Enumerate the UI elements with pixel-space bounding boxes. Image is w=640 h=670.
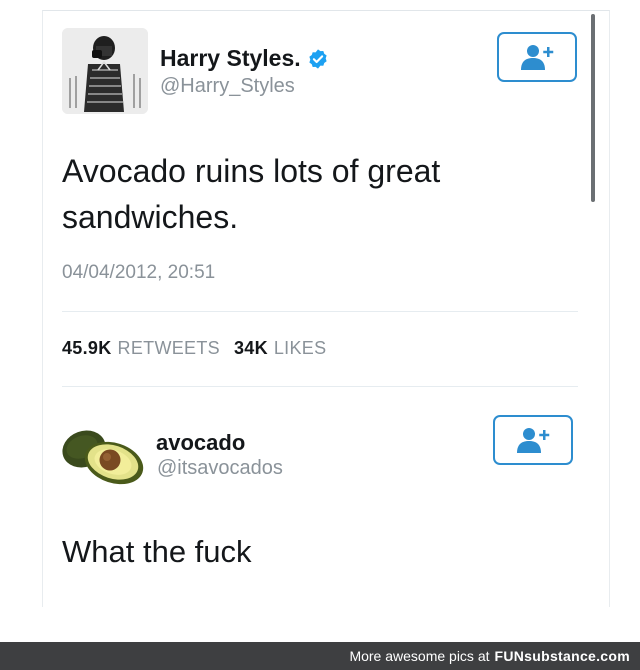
add-user-icon [521,45,554,70]
follow-button-reply[interactable] [493,415,573,465]
retweets-label: RETWEETS [117,338,220,358]
tweet-timestamp[interactable]: 04/04/2012, 20:51 [62,262,215,284]
reply-author-handle[interactable]: @itsavocados [157,457,283,480]
reply-author-name[interactable]: avocado [156,430,245,456]
author-name-text: Harry Styles. [160,45,301,71]
likes-count: 34K [233,338,268,358]
footer-brand[interactable]: FUNsubstance.com [495,648,631,664]
divider [62,386,578,387]
watermark-footer: More awesome pics at FUNsubstance.com [0,642,640,670]
reply-text: What the fuck [62,534,252,569]
likes-stat[interactable]: 34K LIKES [234,338,326,359]
add-user-icon [517,428,550,453]
avocado-avatar[interactable] [58,425,146,491]
follow-button[interactable] [497,32,577,82]
retweets-stat[interactable]: 45.9K RETWEETS [62,338,220,359]
tweet-stats: 45.9K RETWEETS 34K LIKES [62,338,326,359]
footer-text: More awesome pics at [349,648,490,664]
author-name[interactable]: Harry Styles. [160,45,329,72]
divider [62,311,578,312]
profile-photo-icon [62,28,148,114]
scrollbar[interactable] [591,14,595,202]
likes-label: LIKES [273,338,327,358]
tweet-text: Avocado ruins lots of great sandwiches. [62,153,441,235]
harry-styles-avatar[interactable] [62,28,148,114]
verified-badge-icon [309,48,327,69]
author-handle[interactable]: @Harry_Styles [160,75,295,98]
retweets-count: 45.9K [62,338,112,358]
